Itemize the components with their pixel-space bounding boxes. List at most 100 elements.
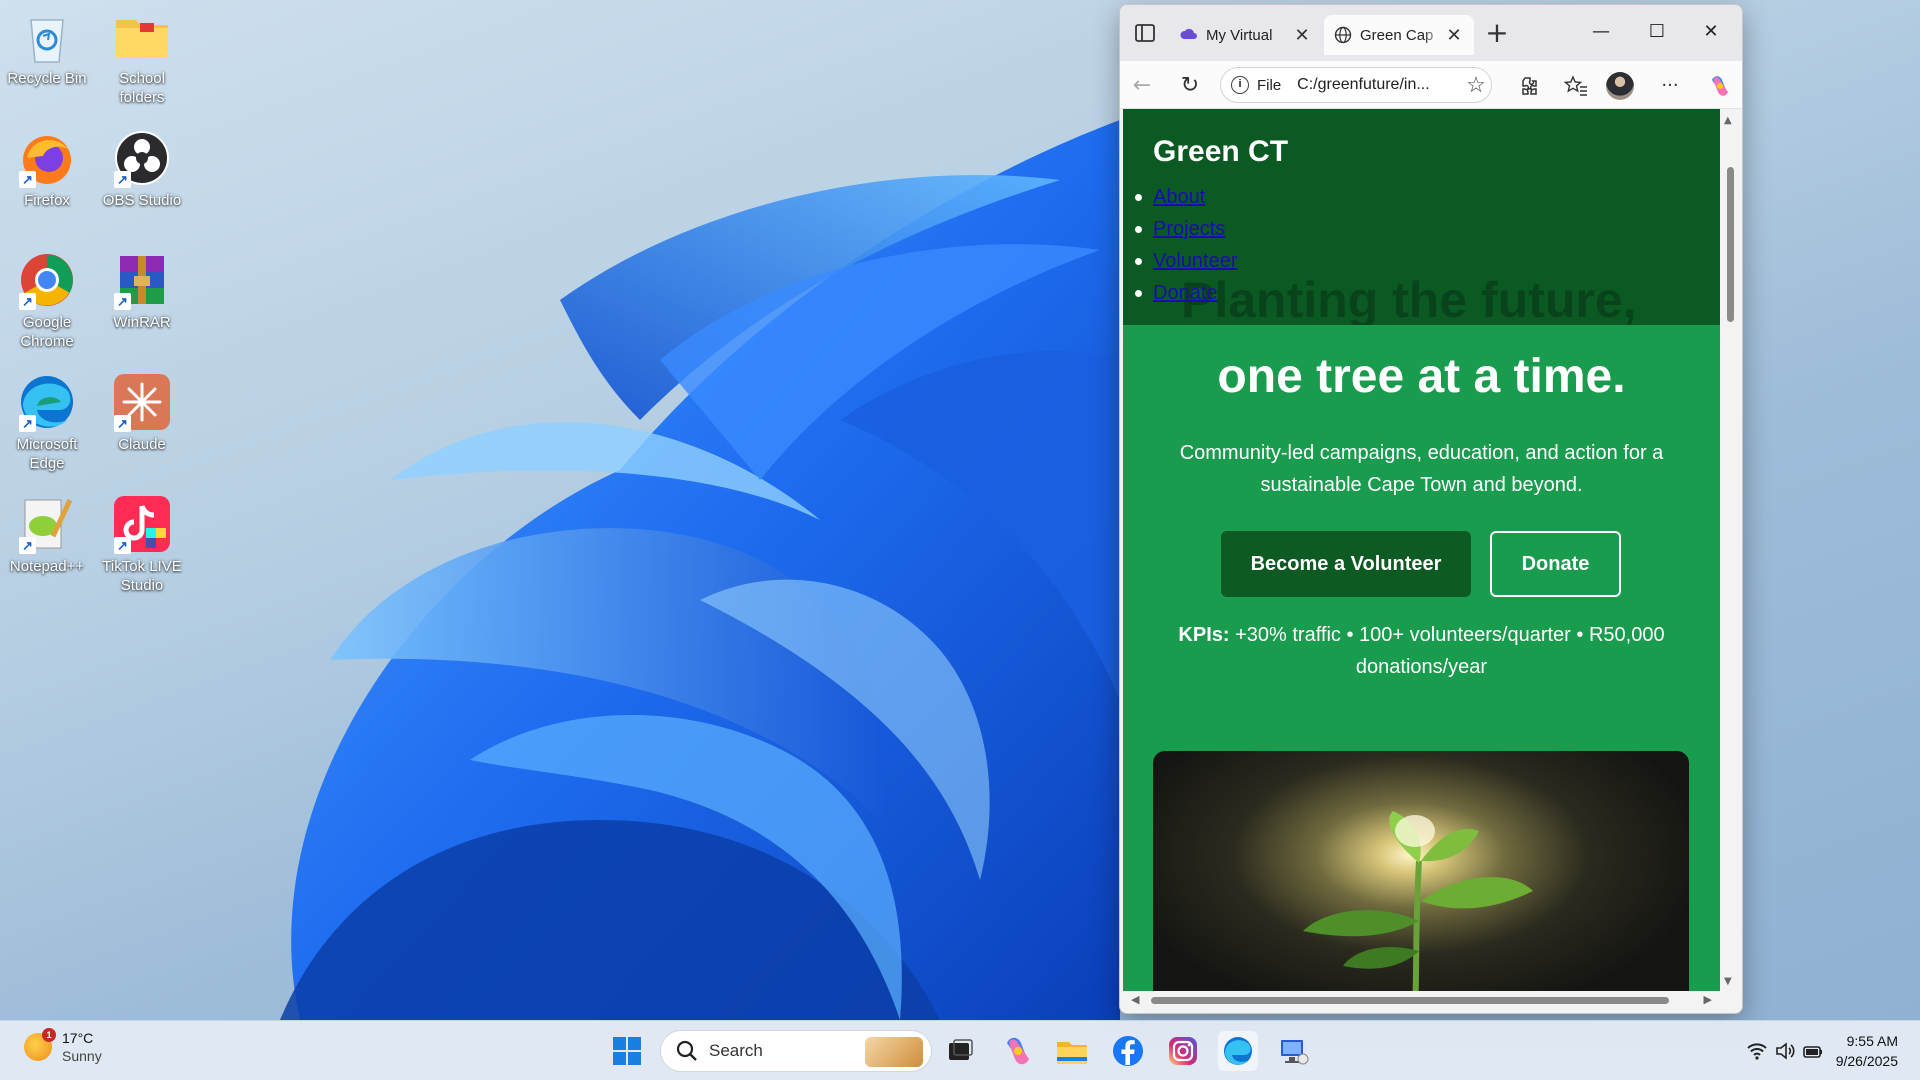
nav-link-about[interactable]: About — [1153, 186, 1205, 208]
edge-taskbar-icon[interactable] — [1218, 1031, 1258, 1071]
shortcut-arrow-icon: ↗ — [114, 171, 131, 188]
nav-link-donate[interactable]: Donate — [1153, 282, 1218, 304]
horizontal-scroll-thumb[interactable] — [1151, 997, 1669, 1004]
desktop-icon-label: OBS Studio — [102, 192, 182, 209]
nav-link-volunteer[interactable]: Volunteer — [1153, 250, 1238, 272]
become-volunteer-button[interactable]: Become a Volunteer — [1221, 531, 1471, 597]
desktop-icon-obs-studio[interactable]: ↗ OBS Studio — [95, 128, 189, 210]
shortcut-arrow-icon: ↗ — [114, 537, 131, 554]
tab-label: Green Cap — [1360, 26, 1434, 44]
desktop-icon-winrar[interactable]: ↗ WinRAR — [95, 250, 189, 332]
site-title: Green CT — [1153, 135, 1289, 168]
back-button[interactable]: ← — [1126, 70, 1158, 102]
clock-date: 9/26/2025 — [1835, 1053, 1898, 1069]
horizontal-scrollbar[interactable]: ◀ ▶ — [1123, 991, 1720, 1009]
desktop-icon-microsoft-edge[interactable]: ↗ Microsoft Edge — [0, 372, 94, 473]
url-scheme: File — [1257, 76, 1282, 94]
extensions-icon[interactable] — [1512, 70, 1544, 102]
desktop-icon-label: Claude — [118, 436, 166, 453]
search-icon — [676, 1040, 697, 1061]
kpis-values: +30% traffic • 100+ volunteers/quarter •… — [1235, 624, 1665, 678]
claude-icon: ↗ — [112, 372, 172, 432]
desktop-icon-recycle-bin[interactable]: Recycle Bin — [0, 6, 94, 88]
obscured-hero-heading: Planting the future, — [1181, 272, 1637, 325]
tab-close-icon[interactable]: ✕ — [1444, 25, 1464, 46]
taskbar-search[interactable]: Search — [660, 1030, 932, 1072]
wifi-icon[interactable] — [1746, 1041, 1768, 1061]
favorite-star-icon[interactable]: ☆ — [1461, 72, 1491, 98]
weather-widget[interactable]: 1 17°C Sunny — [24, 1028, 102, 1065]
shortcut-arrow-icon: ↗ — [114, 415, 131, 432]
copilot-taskbar-icon[interactable] — [998, 1031, 1038, 1071]
file-explorer-icon[interactable] — [1052, 1031, 1092, 1071]
browser-toolbar: ← ↻ i File C:/greenfuture/in... ☆ ··· — [1120, 61, 1742, 109]
donate-button[interactable]: Donate — [1490, 531, 1621, 597]
tab-green-cap[interactable]: Green Cap ✕ — [1324, 15, 1474, 55]
desktop-icon-label: School folders — [119, 70, 165, 106]
start-button[interactable] — [607, 1031, 647, 1071]
tab-my-virtual[interactable]: My Virtual ✕ — [1170, 15, 1322, 55]
cloud-favicon-icon — [1180, 28, 1197, 39]
vertical-scrollbar[interactable]: ▲ ▼ — [1721, 109, 1739, 993]
desktop-icon-label: TikTok LIVE Studio — [102, 558, 182, 594]
tab-bar: My Virtual ✕ Green Cap ✕ + — ☐ ✕ — [1120, 5, 1742, 61]
search-placeholder: Search — [709, 1041, 763, 1060]
desktop-icon-notepad-plus-plus[interactable]: ↗ Notepad++ — [0, 494, 94, 576]
desktop-icon-label: WinRAR — [113, 314, 171, 331]
shortcut-arrow-icon: ↗ — [19, 293, 36, 310]
shortcut-arrow-icon: ↗ — [114, 293, 131, 310]
hero-heading: one tree at a time. — [1217, 350, 1626, 403]
nav-link-projects[interactable]: Projects — [1153, 218, 1225, 240]
desktop-icon-label: Notepad++ — [9, 558, 85, 575]
edge-icon: ↗ — [17, 372, 77, 432]
site-header: Planting the future, Green CT About Proj… — [1123, 109, 1720, 325]
desktop-icon-google-chrome[interactable]: ↗ Google Chrome — [0, 250, 94, 351]
facebook-icon[interactable] — [1108, 1031, 1148, 1071]
scroll-right-arrow-icon[interactable]: ▶ — [1704, 993, 1712, 1006]
shortcut-arrow-icon: ↗ — [19, 415, 36, 432]
reload-button[interactable]: ↻ — [1174, 70, 1206, 102]
shortcut-arrow-icon: ↗ — [19, 171, 36, 188]
scroll-down-arrow-icon[interactable]: ▼ — [1724, 976, 1732, 987]
nav-item-about: About — [1135, 181, 1238, 213]
favorites-icon[interactable] — [1560, 70, 1592, 102]
sun-icon: 1 — [24, 1028, 56, 1061]
battery-icon[interactable] — [1802, 1041, 1824, 1061]
clock-time: 9:55 AM — [1846, 1033, 1898, 1049]
desktop-icon-label: Microsoft Edge — [16, 436, 78, 472]
scroll-up-arrow-icon[interactable]: ▲ — [1724, 115, 1732, 126]
url-text[interactable]: C:/greenfuture/in... — [1297, 76, 1461, 94]
tiktok-live-studio-icon: ↗ — [112, 494, 172, 554]
minimize-button[interactable]: — — [1578, 17, 1624, 47]
info-icon[interactable]: i — [1231, 76, 1249, 94]
address-bar[interactable]: i File C:/greenfuture/in... ☆ — [1220, 67, 1492, 103]
globe-favicon-icon — [1334, 26, 1352, 44]
desktop-icon-tiktok-live-studio[interactable]: ↗ TikTok LIVE Studio — [95, 494, 189, 595]
weather-condition: Sunny — [62, 1048, 102, 1064]
folder-icon — [112, 6, 172, 66]
tab-actions-icon[interactable] — [1132, 20, 1158, 46]
browser-window: My Virtual ✕ Green Cap ✕ + — ☐ ✕ ← ↻ i F… — [1119, 4, 1743, 1014]
more-menu-button[interactable]: ··· — [1654, 70, 1686, 102]
kpis-label: KPIs: — [1178, 624, 1230, 646]
desktop-icon-firefox[interactable]: ↗ Firefox — [0, 128, 94, 210]
task-view-icon[interactable] — [940, 1031, 980, 1071]
new-tab-button[interactable]: + — [1482, 19, 1512, 47]
notepad-plus-plus-icon: ↗ — [17, 494, 77, 554]
close-window-button[interactable]: ✕ — [1688, 17, 1734, 47]
clock[interactable]: 9:55 AM 9/26/2025 — [1836, 1031, 1898, 1071]
volume-icon[interactable] — [1774, 1041, 1796, 1061]
remote-desktop-icon[interactable] — [1273, 1031, 1313, 1071]
vertical-scroll-thumb[interactable] — [1727, 167, 1734, 322]
seedling-image — [1153, 751, 1689, 993]
notification-badge: 1 — [42, 1028, 56, 1042]
instagram-icon[interactable] — [1163, 1031, 1203, 1071]
maximize-button[interactable]: ☐ — [1634, 17, 1680, 47]
scroll-left-arrow-icon[interactable]: ◀ — [1131, 993, 1139, 1006]
chrome-icon: ↗ — [17, 250, 77, 310]
desktop-icon-school-folders[interactable]: School folders — [95, 6, 189, 107]
copilot-icon[interactable] — [1704, 70, 1736, 102]
profile-avatar[interactable] — [1606, 72, 1634, 100]
desktop-icon-claude[interactable]: ↗ Claude — [95, 372, 189, 454]
tab-close-icon[interactable]: ✕ — [1292, 25, 1312, 46]
